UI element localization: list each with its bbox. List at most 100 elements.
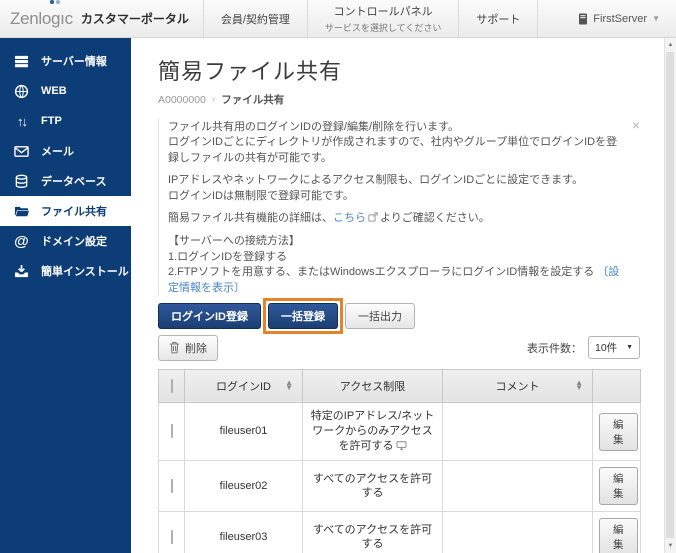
header-edit (592, 368, 641, 403)
caret-down-icon: ▼ (626, 344, 633, 352)
display-count-label: 表示件数： (527, 342, 582, 355)
checkbox-cell (158, 460, 185, 513)
delete-label: 削除 (185, 342, 207, 355)
table-header-row: ログインID ▲ ▼ アクセス制限 コメント ▲ ▼ (158, 368, 641, 403)
edit-button[interactable]: 編集 (599, 467, 638, 506)
sidebar-item-easy-install[interactable]: 簡単インストール (0, 256, 131, 286)
chevron-down-icon: ▼ (652, 14, 660, 23)
database-icon (13, 173, 30, 189)
portal-name: カスタマーポータル (80, 12, 189, 26)
sort-arrows-icon[interactable]: ▲ ▼ (575, 379, 583, 391)
account-selector[interactable]: FirstServer ▼ (578, 0, 676, 37)
login-id-cell: fileuser03 (184, 511, 303, 553)
nav-control-panel[interactable]: コントロールパネル サービスを選択してください (306, 0, 458, 37)
edit-button[interactable]: 編集 (599, 518, 638, 553)
sidebar-item-label: データベース (41, 176, 107, 188)
checkbox-cell (158, 511, 185, 553)
info-line: よりご確認ください。 (380, 211, 490, 224)
sidebar-item-server-info[interactable]: サーバー情報 (0, 46, 131, 76)
comment-cell (442, 401, 593, 462)
display-count-value: 10件 (595, 342, 618, 355)
globe-icon (13, 83, 30, 99)
mail-icon (13, 143, 30, 159)
info-panel: × ファイル共有用のログインIDの登録/編集/削除を行います。 ログインIDごと… (158, 118, 640, 296)
nav-label: サポート (476, 13, 521, 26)
login-id-cell: fileuser01 (184, 401, 303, 462)
access-cell: すべてのアクセスを許可する (302, 460, 443, 513)
nav-sublabel: サービスを選択してください (324, 23, 442, 33)
logo-text: Zenlogıc (10, 8, 73, 28)
zenlogic-logo[interactable]: Zenlogıc カスタマーポータル (0, 0, 203, 37)
login-id-cell: fileuser02 (184, 460, 303, 513)
row-checkbox[interactable] (170, 479, 173, 494)
info-line: 【サーバーへの接続方法】 (168, 235, 300, 248)
monitor-icon (396, 440, 407, 455)
bulk-export-button[interactable]: 一括出力 (345, 302, 415, 329)
row-checkbox[interactable] (170, 530, 173, 545)
sidebar-item-label: 簡単インストール (41, 266, 129, 278)
breadcrumb-current: ファイル共有 (221, 94, 285, 106)
breadcrumb-separator: › (211, 94, 216, 105)
sidebar-item-domain-settings[interactable]: @ ドメイン設定 (0, 226, 131, 256)
connection-instructions: 【サーバーへの接続方法】 1.ログインIDを登録する 2.FTPソフトを用意する… (168, 234, 624, 296)
display-count-top: 表示件数： 10件 ▼ (527, 336, 640, 360)
display-count-select[interactable]: 10件 ▼ (588, 336, 640, 360)
close-icon[interactable]: × (632, 118, 640, 132)
server-icon (13, 53, 30, 69)
logo-dot-icon (56, 0, 60, 4)
sidebar-item-ftp[interactable]: ↑↓ FTP (0, 106, 131, 136)
comment-cell (442, 460, 593, 513)
edit-cell: 編集 (592, 460, 641, 513)
edit-button[interactable]: 編集 (599, 412, 638, 451)
access-text: 特定のIPアドレス/ネットワークからのみアクセスを許可する (310, 409, 435, 452)
main-content: 簡易ファイル共有 A0000000 › ファイル共有 × ファイル共有用のログイ… (131, 38, 676, 553)
action-button-row: ログインID登録 一括登録 一括出力 (158, 297, 640, 334)
vertical-scrollbar[interactable]: ▲ ▼ (664, 38, 676, 553)
topbar: Zenlogıc カスタマーポータル 会員/契約管理 コントロールパネル サービ… (0, 0, 676, 38)
info-line: 2.FTPソフトを用意する、またはWindowsエクスプローラにログインID情報… (168, 266, 595, 279)
external-link-icon (368, 212, 378, 227)
info-paragraph: IPアドレスやネットワークによるアクセス制限も、ログインIDごとに設定できます。… (168, 173, 624, 204)
details-link[interactable]: こちら (333, 212, 366, 224)
table-row: fileuser01 特定のIPアドレス/ネットワークからのみアクセスを許可する… (158, 401, 641, 462)
sidebar-item-file-sharing[interactable]: ファイル共有 (0, 196, 131, 226)
sort-arrows-icon[interactable]: ▲ ▼ (285, 379, 293, 391)
scroll-up-icon[interactable]: ▲ (665, 39, 676, 51)
register-login-id-button[interactable]: ログインID登録 (158, 302, 261, 329)
sidebar-item-label: サーバー情報 (41, 56, 107, 68)
table-row: fileuser02 すべてのアクセスを許可する 編集 (158, 460, 641, 513)
sidebar: サーバー情報 WEB ↑↓ FTP メール データベース ファイル共有 @ ドメ… (0, 38, 131, 553)
nav-member-contract[interactable]: 会員/契約管理 (202, 0, 307, 37)
nav-label: 会員/契約管理 (220, 13, 290, 26)
scroll-down-icon[interactable]: ▼ (665, 540, 676, 552)
select-all-cell (158, 368, 185, 403)
info-line: 簡易ファイル共有機能の詳細は、 (168, 211, 333, 224)
header-login-id: ログインID ▲ ▼ (184, 368, 303, 403)
header-comment: コメント ▲ ▼ (442, 368, 593, 403)
sidebar-item-mail[interactable]: メール (0, 136, 131, 166)
info-paragraph: 簡易ファイル共有機能の詳細は、こちら よりご確認ください。 (168, 211, 624, 227)
sidebar-item-database[interactable]: データベース (0, 166, 131, 196)
logo-dot-icon (50, 0, 54, 4)
delete-button[interactable]: 削除 (158, 334, 218, 361)
secondary-row: 削除 表示件数： 10件 ▼ (158, 334, 640, 361)
checkbox-cell (158, 401, 185, 462)
scrollbar-thumb[interactable] (666, 52, 674, 538)
nav-label: コントロールパネル (333, 6, 433, 18)
table-row: fileuser03 すべてのアクセスを許可する 編集 (158, 511, 641, 553)
access-cell: すべてのアクセスを許可する (302, 511, 443, 553)
sidebar-item-label: FTP (41, 115, 62, 127)
info-paragraph: ファイル共有用のログインIDの登録/編集/削除を行います。 ログインIDごとにデ… (168, 120, 624, 166)
sidebar-item-label: ファイル共有 (41, 206, 107, 218)
at-sign-icon: @ (14, 232, 29, 250)
server-small-icon (579, 13, 588, 24)
row-checkbox[interactable] (170, 424, 173, 439)
header-label: アクセス制限 (339, 380, 406, 393)
breadcrumb-account[interactable]: A0000000 (158, 94, 206, 106)
select-all-checkbox[interactable] (170, 378, 173, 393)
account-name: FirstServer (593, 12, 648, 25)
sidebar-item-web[interactable]: WEB (0, 76, 131, 106)
nav-support[interactable]: サポート (458, 0, 539, 37)
top-navigation: 会員/契約管理 コントロールパネル サービスを選択してください サポート (202, 0, 539, 37)
bulk-register-button[interactable]: 一括登録 (268, 302, 338, 329)
